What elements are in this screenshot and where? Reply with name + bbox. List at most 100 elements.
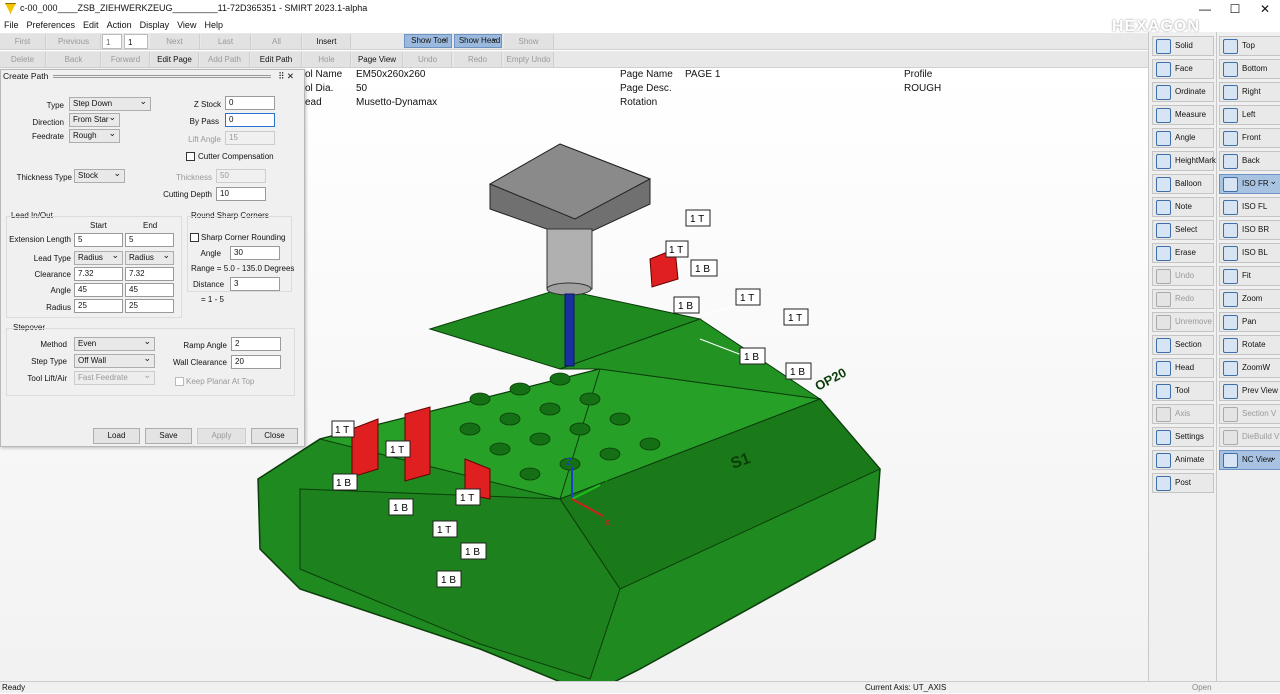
show-head-button[interactable]: Show Head xyxy=(454,32,502,48)
thickness-type-select[interactable]: Stock xyxy=(74,167,125,183)
view-right-button[interactable]: Right xyxy=(1219,82,1280,102)
show-tool-button[interactable]: Show Tool xyxy=(404,32,452,48)
minimize-button[interactable]: — xyxy=(1190,1,1220,17)
round-angle-field[interactable]: 30 xyxy=(230,246,280,260)
radius-end-field[interactable]: 25 xyxy=(125,299,174,313)
axis-button[interactable]: Axis xyxy=(1152,404,1214,424)
page-field-b[interactable]: 1 xyxy=(124,34,148,49)
ordinate-button[interactable]: Ordinate xyxy=(1152,82,1214,102)
load-button[interactable]: Load xyxy=(93,428,140,444)
heightmark-button[interactable]: HeightMark xyxy=(1152,151,1216,171)
dialog-close-icon[interactable]: ⠿ ✕ xyxy=(278,70,294,83)
apply-button[interactable]: Apply xyxy=(197,428,246,444)
post-button[interactable]: Post xyxy=(1152,473,1214,493)
sharp-corner-checkbox[interactable] xyxy=(190,233,199,242)
zoom-button[interactable]: Zoom xyxy=(1219,289,1280,309)
method-select[interactable]: Even xyxy=(74,335,155,351)
undo-side-button[interactable]: Undo xyxy=(1152,266,1214,286)
wall-clearance-field[interactable]: 20 xyxy=(231,355,281,369)
section-button[interactable]: Section xyxy=(1152,335,1214,355)
view-left-button[interactable]: Left xyxy=(1219,105,1280,125)
zstock-field[interactable]: 0 xyxy=(225,96,275,110)
last-button[interactable]: Last xyxy=(201,34,251,49)
cutting-depth-field[interactable]: 10 xyxy=(216,187,266,201)
measure-button[interactable]: Measure xyxy=(1152,105,1214,125)
insert-button[interactable]: Insert xyxy=(303,34,351,49)
angle-start-field[interactable]: 45 xyxy=(74,283,123,297)
save-button[interactable]: Save xyxy=(145,428,192,444)
page-field-a[interactable]: 1 xyxy=(102,34,122,49)
cutter-comp-checkbox[interactable] xyxy=(186,152,195,161)
view-iso-bl-button[interactable]: ISO BL xyxy=(1219,243,1280,263)
undo-button[interactable]: Undo xyxy=(404,52,452,67)
fit-button[interactable]: Fit xyxy=(1219,266,1280,286)
clearance-end-field[interactable]: 7.32 xyxy=(125,267,174,281)
menu-edit[interactable]: Edit xyxy=(79,18,103,32)
prev-view-button[interactable]: Prev View xyxy=(1219,381,1280,401)
view-iso-fl-button[interactable]: ISO FL xyxy=(1219,197,1280,217)
add-path-button[interactable]: Add Path xyxy=(200,52,250,67)
ext-end-field[interactable]: 5 xyxy=(125,233,174,247)
view-back-button[interactable]: Back xyxy=(1219,151,1280,171)
previous-button[interactable]: Previous xyxy=(47,34,101,49)
direction-select[interactable]: From Star xyxy=(69,111,120,127)
face-button[interactable]: Face xyxy=(1152,59,1214,79)
all-button[interactable]: All xyxy=(252,34,302,49)
view-front-button[interactable]: Front xyxy=(1219,128,1280,148)
page-view-button[interactable]: Page View xyxy=(352,52,403,67)
thickness-field[interactable]: 50 xyxy=(216,169,266,183)
close-button[interactable]: Close xyxy=(251,428,298,444)
menu-file[interactable]: File xyxy=(0,18,23,32)
unremove-button[interactable]: Unremove xyxy=(1152,312,1214,332)
show-column-button[interactable]: Show Column xyxy=(504,34,554,61)
select-button[interactable]: Select xyxy=(1152,220,1214,240)
tool-button[interactable]: Tool xyxy=(1152,381,1214,401)
menu-display[interactable]: Display xyxy=(136,18,174,32)
hole-button[interactable]: Hole xyxy=(303,52,351,67)
head-button[interactable]: Head xyxy=(1152,358,1214,378)
nc-view-button[interactable]: NC View xyxy=(1219,448,1280,470)
menu-action[interactable]: Action xyxy=(103,18,136,32)
keep-planar-checkbox[interactable] xyxy=(175,377,184,386)
close-window-button[interactable]: ✕ xyxy=(1250,1,1280,17)
feedrate-select[interactable]: Rough xyxy=(69,127,120,143)
next-button[interactable]: Next xyxy=(150,34,200,49)
angle-end-field[interactable]: 45 xyxy=(125,283,174,297)
angle-button[interactable]: Angle xyxy=(1152,128,1214,148)
lift-angle-field[interactable]: 15 xyxy=(225,131,275,145)
menu-preferences[interactable]: Preferences xyxy=(23,18,80,32)
type-select[interactable]: Step Down xyxy=(69,95,151,111)
lead-type-end-select[interactable]: Radius xyxy=(125,249,174,265)
forward-button[interactable]: Forward xyxy=(102,52,150,67)
back-button[interactable]: Back xyxy=(47,52,101,67)
menu-help[interactable]: Help xyxy=(200,18,227,32)
settings-button[interactable]: Settings xyxy=(1152,427,1214,447)
clearance-start-field[interactable]: 7.32 xyxy=(74,267,123,281)
menu-view[interactable]: View xyxy=(173,18,200,32)
view-iso-br-button[interactable]: ISO BR xyxy=(1219,220,1280,240)
view-bottom-button[interactable]: Bottom xyxy=(1219,59,1280,79)
redo-side-button[interactable]: Redo xyxy=(1152,289,1214,309)
distance-field[interactable]: 3 xyxy=(230,277,280,291)
first-button[interactable]: First xyxy=(0,34,46,49)
animate-button[interactable]: Animate xyxy=(1152,450,1214,470)
rotate-button[interactable]: Rotate xyxy=(1219,335,1280,355)
maximize-button[interactable]: ☐ xyxy=(1220,1,1250,17)
view-iso-fr-button[interactable]: ISO FR xyxy=(1219,172,1280,194)
radius-start-field[interactable]: 25 xyxy=(74,299,123,313)
tool-lift-select[interactable]: Fast Feedrate xyxy=(74,369,155,385)
delete-button[interactable]: Delete xyxy=(0,52,46,67)
section-view-button[interactable]: Section V xyxy=(1219,404,1280,424)
redo-button[interactable]: Redo xyxy=(454,52,502,67)
pan-button[interactable]: Pan xyxy=(1219,312,1280,332)
ramp-angle-field[interactable]: 2 xyxy=(231,337,281,351)
erase-button[interactable]: Erase xyxy=(1152,243,1214,263)
balloon-button[interactable]: Balloon xyxy=(1152,174,1214,194)
diebuild-view-button[interactable]: DieBuild V xyxy=(1219,427,1280,447)
zoomw-button[interactable]: ZoomW xyxy=(1219,358,1280,378)
empty-undo-button[interactable]: Empty Undo xyxy=(504,52,554,67)
edit-page-button[interactable]: Edit Page xyxy=(151,52,199,67)
step-type-select[interactable]: Off Wall xyxy=(74,352,155,368)
lead-type-start-select[interactable]: Radius xyxy=(74,249,123,265)
note-button[interactable]: Note xyxy=(1152,197,1214,217)
